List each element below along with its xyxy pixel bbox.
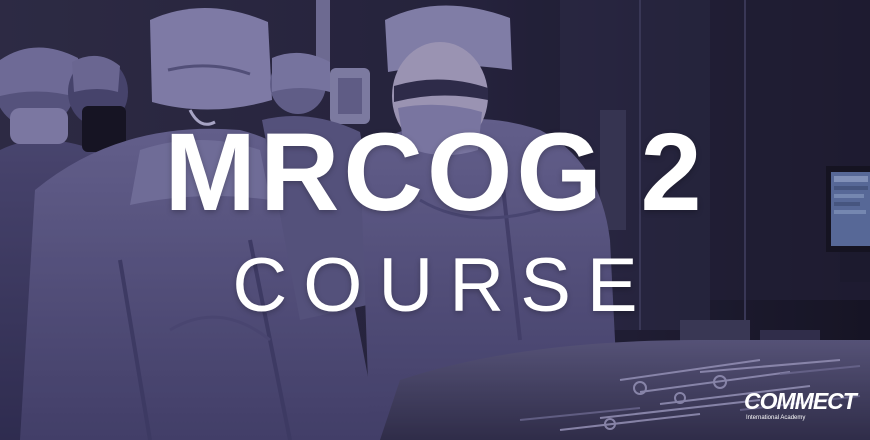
- logo-tagline: International Academy: [746, 415, 806, 421]
- logo-wordmark: COMMECT: [744, 388, 857, 414]
- course-banner: MRCOG 2 COURSE COMMECT International Aca…: [0, 0, 870, 440]
- course-subtitle: COURSE: [232, 243, 654, 328]
- brand-logo: COMMECT International Academy: [744, 388, 860, 428]
- course-title: MRCOG 2: [164, 111, 706, 234]
